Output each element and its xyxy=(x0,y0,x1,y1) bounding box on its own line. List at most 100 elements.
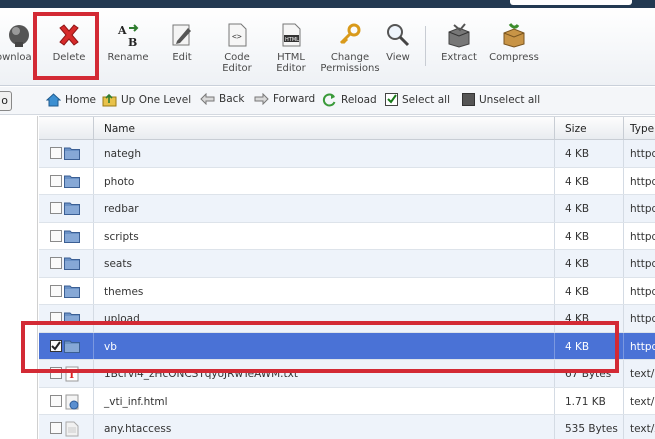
table-row[interactable]: themes 4 KB httpd xyxy=(39,277,655,305)
compress-button[interactable]: Compress xyxy=(486,22,542,63)
html-editor-button[interactable]: HTML HTML Editor xyxy=(270,22,312,74)
column-divider xyxy=(93,117,94,141)
row-checkbox[interactable] xyxy=(50,229,62,242)
column-header-type[interactable]: Type xyxy=(630,123,654,135)
folder-icon xyxy=(64,229,80,243)
rename-button[interactable]: A B Rename xyxy=(104,22,152,63)
column-header-name[interactable]: Name xyxy=(104,123,135,135)
home-link[interactable]: Home xyxy=(46,93,96,107)
home-label: Home xyxy=(65,94,97,106)
go-button[interactable]: o xyxy=(0,91,12,111)
table-row[interactable]: seats 4 KB httpd xyxy=(39,250,655,278)
back-label: Back xyxy=(219,93,245,105)
column-header-size[interactable]: Size xyxy=(565,123,587,135)
column-divider xyxy=(623,360,624,387)
code-editor-icon: <> xyxy=(228,23,247,47)
download-button[interactable]: ownloa xyxy=(0,22,32,63)
extract-button[interactable]: Extract xyxy=(438,22,480,63)
toolbar-divider xyxy=(425,26,426,66)
table-row[interactable]: any.htaccess 535 Bytes text/x xyxy=(39,415,655,439)
file-name[interactable]: nategh xyxy=(104,148,141,160)
row-checkbox[interactable] xyxy=(50,147,62,159)
row-checkbox[interactable] xyxy=(50,202,62,214)
file-name[interactable]: any.htaccess xyxy=(104,423,171,435)
edit-button[interactable]: Edit xyxy=(164,22,200,63)
code-editor-label-line2: Editor xyxy=(222,63,252,74)
file-icon xyxy=(64,421,80,437)
change-permissions-label-line1: Change xyxy=(330,52,370,63)
file-size: 4 KB xyxy=(565,175,590,188)
column-divider xyxy=(623,415,624,439)
unselect-all-checkbox-icon xyxy=(462,93,475,106)
reload-icon xyxy=(322,93,336,107)
svg-text:B: B xyxy=(128,36,137,48)
delete-highlight-box xyxy=(33,12,99,80)
file-type: httpd xyxy=(630,340,655,353)
up-one-level-link[interactable]: Up One Level xyxy=(102,93,191,107)
download-label: ownloa xyxy=(0,52,32,63)
folder-icon xyxy=(64,201,80,215)
svg-text:<>: <> xyxy=(232,32,242,41)
forward-label: Forward xyxy=(273,93,316,105)
row-checkbox[interactable] xyxy=(50,394,62,407)
row-checkbox[interactable] xyxy=(50,422,62,434)
html-editor-icon: HTML xyxy=(282,23,301,47)
file-size: 4 KB xyxy=(565,203,590,215)
column-divider xyxy=(554,250,555,277)
file-size: 4 KB xyxy=(565,285,590,298)
file-name[interactable]: scripts xyxy=(104,231,139,243)
file-name[interactable]: photo xyxy=(104,176,134,188)
table-row[interactable]: scripts 4 KB httpd xyxy=(39,222,655,250)
file-type: httpd xyxy=(630,148,655,160)
file-name[interactable]: themes xyxy=(104,286,143,298)
column-divider xyxy=(93,250,94,277)
edit-label: Edit xyxy=(172,52,192,63)
change-permissions-label-line2: Permissions xyxy=(320,63,380,74)
code-editor-button[interactable]: <> Code Editor xyxy=(216,22,258,74)
folder-icon xyxy=(64,174,80,188)
code-editor-label-line1: Code xyxy=(224,52,250,63)
up-folder-icon xyxy=(102,93,117,107)
directory-tree-panel xyxy=(0,116,38,439)
row-checkbox[interactable] xyxy=(50,174,62,187)
unselect-all-label: Unselect all xyxy=(479,93,541,106)
navigation-bar: o Home Up One Level Back Forward Reload xyxy=(0,87,655,115)
view-button[interactable]: View xyxy=(382,22,414,63)
file-name[interactable]: redbar xyxy=(104,203,139,215)
file-name[interactable]: seats xyxy=(104,258,132,270)
file-name[interactable]: _vti_inf.html xyxy=(104,396,168,408)
file-type: text/p xyxy=(630,368,655,380)
column-divider xyxy=(93,387,94,414)
back-link[interactable]: Back xyxy=(200,93,245,105)
column-divider xyxy=(623,140,624,167)
file-size: 4 KB xyxy=(565,148,590,160)
column-divider xyxy=(554,195,555,222)
forward-link[interactable]: Forward xyxy=(254,93,315,105)
file-size: 4 KB xyxy=(565,258,590,270)
column-divider xyxy=(623,117,624,141)
table-row[interactable]: photo 4 KB httpd xyxy=(39,167,655,195)
table-row[interactable]: redbar 4 KB httpd xyxy=(39,195,655,223)
reload-link[interactable]: Reload xyxy=(322,93,377,107)
file-size: 4 KB xyxy=(565,230,590,243)
compress-label: Compress xyxy=(489,52,539,63)
column-divider xyxy=(554,117,555,141)
search-input[interactable] xyxy=(510,0,632,5)
column-divider xyxy=(623,332,624,359)
column-divider xyxy=(554,415,555,439)
table-row[interactable]: _vti_inf.html 1.71 KB text/h xyxy=(39,387,655,415)
select-all-link[interactable]: Select all xyxy=(385,93,450,106)
change-permissions-button[interactable]: Change Permissions xyxy=(318,22,382,74)
row-checkbox[interactable] xyxy=(50,284,62,297)
table-row[interactable]: nategh 4 KB httpd xyxy=(39,140,655,168)
file-size: 535 Bytes xyxy=(565,423,618,435)
column-divider xyxy=(93,140,94,167)
file-size: 1.71 KB xyxy=(565,395,606,408)
table-header: Name Size Type xyxy=(39,116,655,141)
column-divider xyxy=(554,167,555,194)
unselect-all-link[interactable]: Unselect all xyxy=(462,93,540,106)
column-divider xyxy=(623,222,624,249)
column-divider xyxy=(554,222,555,249)
extract-icon xyxy=(448,23,470,48)
row-checkbox[interactable] xyxy=(50,257,62,269)
